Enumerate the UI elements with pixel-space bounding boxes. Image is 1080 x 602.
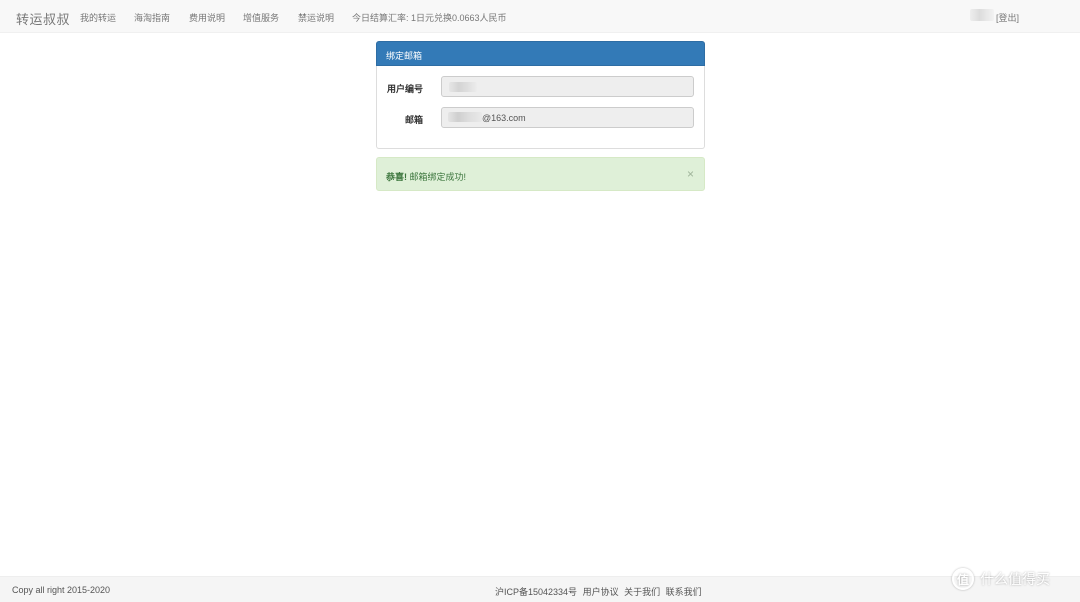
email-label: 邮箱 <box>404 115 423 125</box>
footer-links: 沪ICP备15042334号 用户协议 关于我们 联系我们 <box>495 585 705 598</box>
alert-strong-text: 恭喜! <box>386 172 407 182</box>
alert-message: 邮箱绑定成功! <box>407 172 467 182</box>
blurred-email-prefix <box>448 112 482 122</box>
success-alert: 恭喜! 邮箱绑定成功! × <box>376 157 705 191</box>
page-footer: Copy all right 2015-2020 沪ICP备15042334号 … <box>0 576 1080 602</box>
email-field[interactable]: @163.com <box>441 107 694 128</box>
nav-item-prohibited-items[interactable]: 禁运说明 <box>298 11 334 24</box>
email-domain-text: @163.com <box>482 113 526 123</box>
footer-link-icp[interactable]: 沪ICP备15042334号 <box>495 587 577 597</box>
footer-link-about-us[interactable]: 关于我们 <box>624 587 660 597</box>
user-id-label: 用户编号 <box>386 84 423 94</box>
logout-link[interactable]: [登出] <box>996 11 1019 24</box>
blurred-user-id <box>449 82 477 92</box>
top-navbar: 转运叔叔 我的转运 海淘指南 费用说明 增值服务 禁运说明 今日结算汇率: 1日… <box>0 0 1080 33</box>
nav-item-value-added-services[interactable]: 增值服务 <box>243 11 279 24</box>
blurred-username <box>970 9 994 21</box>
panel-title: 绑定邮箱 <box>376 41 705 66</box>
bind-email-panel: 绑定邮箱 用户编号 邮箱 @163.com <box>376 41 705 149</box>
nav-item-my-transfer[interactable]: 我的转运 <box>80 11 116 24</box>
nav-item-shopping-guide[interactable]: 海淘指南 <box>134 11 170 24</box>
close-icon[interactable]: × <box>687 167 694 181</box>
footer-link-contact-us[interactable]: 联系我们 <box>666 587 702 597</box>
smzdm-watermark: 值 什么值得买 <box>952 568 1050 590</box>
user-id-field[interactable] <box>441 76 694 97</box>
nav-item-fee-info[interactable]: 费用说明 <box>189 11 225 24</box>
watermark-text: 什么值得买 <box>980 571 1050 587</box>
watermark-logo-icon: 值 <box>952 568 974 590</box>
footer-link-user-agreement[interactable]: 用户协议 <box>583 587 619 597</box>
brand-logo-text[interactable]: 转运叔叔 <box>16 9 70 28</box>
exchange-rate-text: 今日结算汇率: 1日元兑换0.0663人民币 <box>352 13 507 23</box>
copyright-text: Copy all right 2015-2020 <box>12 585 111 595</box>
